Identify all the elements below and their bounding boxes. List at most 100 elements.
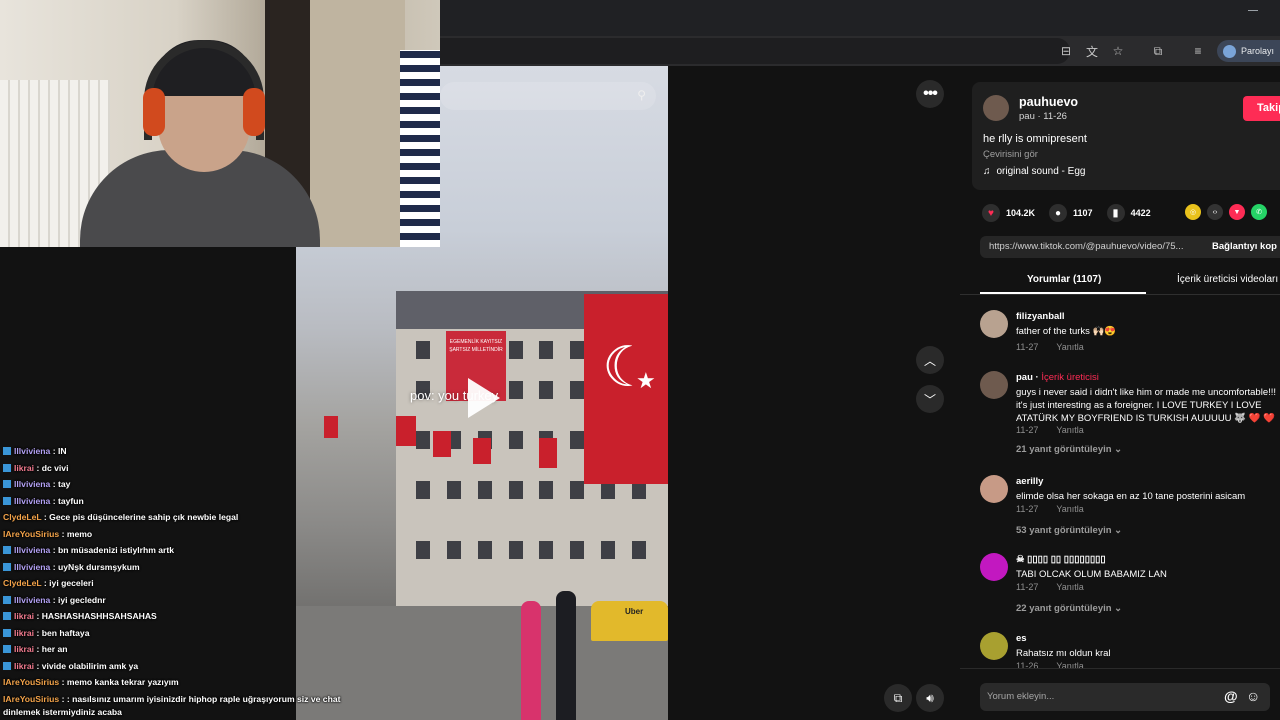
comment: pau · İçerik üreticisi guys i never said… (980, 371, 1280, 461)
chat-message: lllviviena : IN (0, 443, 380, 460)
comment-meta: 11-27 Yanıtla (1016, 504, 1084, 514)
reading-list-icon[interactable]: ≡ (1187, 40, 1209, 62)
chat-text: : vivide olabilirim amk ya (36, 660, 139, 671)
headphone-earcup (143, 88, 165, 136)
chat-message: Iikrai : HASHASHASHHSAHSAHAS (0, 608, 380, 625)
author-avatar[interactable] (983, 95, 1009, 121)
comment-composer: Yorum ekleyin... @ ☺ (960, 668, 1280, 720)
comment-user[interactable]: ☠ ▯▯▯▯ ▯▯ ▯▯▯▯▯▯▯▯ (1016, 554, 1106, 565)
view-replies-button[interactable]: 22 yanıt görüntüleyin ⌄ (1016, 603, 1122, 614)
comment: ☠ ▯▯▯▯ ▯▯ ▯▯▯▯▯▯▯▯ TABI OLCAK OLUM BABAM… (980, 553, 1280, 625)
more-options-icon[interactable]: ••• (916, 80, 944, 108)
chat-message: IAreYouSirius : memo (0, 526, 380, 543)
comment-date: 11-27 (1016, 504, 1039, 514)
comment-text: father of the turks 🙌🏻😍 (1016, 326, 1117, 337)
send-icon[interactable]: ▼ (1229, 204, 1245, 220)
search-icon[interactable]: ⚲ (637, 88, 646, 102)
see-translation-link[interactable]: Çevirisini gör (983, 149, 1038, 160)
volume-button[interactable]: 🔊︎ (916, 684, 944, 712)
comment-avatar[interactable] (980, 553, 1008, 581)
chat-message: Iikrai : her an (0, 641, 380, 658)
chat-message: lllviviena : uyNşk dursmşykum (0, 559, 380, 576)
view-replies-button[interactable]: 21 yanıt görüntüleyin ⌄ (1016, 444, 1122, 455)
coin-icon[interactable]: ◎ (1185, 204, 1201, 220)
tab-comments[interactable]: Yorumlar (1107) (1027, 274, 1101, 285)
save-button[interactable]: ▮ 4422 (1106, 204, 1151, 222)
turkish-flag: ☾ ★ (584, 294, 668, 484)
chat-badge-icon (3, 480, 11, 488)
profile-label: Parolayı (1240, 46, 1274, 56)
browser-toolbar: ⊟ 文 ☆ ⧉ ≡ Parolayı (440, 36, 1280, 66)
comment-meta: 11-27 Yanıtla (1016, 342, 1084, 352)
comment-user[interactable]: es (1016, 633, 1027, 644)
view-replies-button[interactable]: 53 yanıt görüntüleyin ⌄ (1016, 525, 1122, 536)
small-flag (539, 438, 557, 468)
chat-badge-icon (3, 447, 11, 455)
details-panel: pauhuevo pau · 11-26 Takip he rlly is om… (960, 66, 1280, 720)
search-bar[interactable]: ⚲ (440, 82, 656, 110)
reply-button[interactable]: Yanıtla (1056, 342, 1083, 352)
next-video-button[interactable]: ﹀ (916, 385, 944, 413)
chat-text: : tayfun (52, 495, 84, 506)
chat-message: IAreYouSirius : memo kanka tekrar yazıyı… (0, 674, 380, 691)
comment-user[interactable]: pau · İçerik üreticisi (1016, 372, 1099, 383)
chat-badge-icon (3, 595, 11, 604)
small-flag (433, 431, 451, 457)
tabs-divider (960, 294, 1280, 295)
comment-placeholder: Yorum ekleyin... (987, 691, 1055, 702)
follow-button[interactable]: Takip (1243, 96, 1280, 121)
chat-text: : iyi geclednr (52, 594, 106, 605)
comment-user[interactable]: filizyanball (1016, 311, 1065, 322)
reply-button[interactable]: Yanıtla (1056, 582, 1083, 592)
emoji-icon[interactable]: ☺ (1246, 688, 1260, 704)
profile-button[interactable]: Parolayı (1216, 40, 1280, 62)
video-person (556, 591, 576, 720)
chat-user: lllviviena (14, 479, 51, 489)
video-taxi: Uber (591, 601, 668, 641)
address-bar[interactable] (440, 38, 1070, 64)
bookmark-icon: ▮ (1106, 204, 1125, 222)
play-icon[interactable] (468, 378, 500, 418)
install-app-icon[interactable]: ⊟ (1055, 40, 1077, 62)
comment: filizyanball father of the turks 🙌🏻😍 11-… (980, 310, 1280, 364)
chat-user: Iikrai (14, 627, 35, 638)
comment-user-name: pau (1016, 372, 1033, 383)
whatsapp-icon[interactable]: ✆ (1251, 204, 1267, 220)
video-url[interactable]: https://www.tiktok.com/@pauhuevo/video/7… (989, 241, 1183, 252)
comment-input[interactable]: Yorum ekleyin... @ ☺ (980, 683, 1270, 711)
chat-user: IAreYouSirius (3, 693, 60, 704)
embed-icon[interactable]: ‹› (1207, 204, 1223, 220)
comment-user[interactable]: aerilly (1016, 476, 1043, 487)
pip-button[interactable]: ⧉ (884, 684, 912, 712)
mention-icon[interactable]: @ (1224, 688, 1238, 704)
comment-button[interactable]: ● 1107 (1049, 204, 1093, 222)
comment-avatar[interactable] (980, 371, 1008, 399)
reply-button[interactable]: Yanıtla (1056, 504, 1083, 514)
chat-user: lllviviena (14, 594, 51, 605)
extensions-icon[interactable]: ⧉ (1147, 40, 1169, 62)
browser-tab-strip (440, 0, 1280, 36)
chat-text: : iyi geceleri (43, 578, 94, 588)
small-flag (324, 416, 338, 438)
comment-avatar[interactable] (980, 310, 1008, 338)
comment-date: 11-27 (1016, 342, 1039, 352)
like-button[interactable]: ♥ 104.2K (982, 204, 1035, 222)
comment-avatar[interactable] (980, 475, 1008, 503)
comment-avatar[interactable] (980, 632, 1008, 660)
reply-button[interactable]: Yanıtla (1056, 425, 1083, 435)
chat-message: Iikrai : dc vivi (0, 460, 380, 477)
stream-chat: lllviviena : IN Iikrai : dc vivi lllvivi… (0, 443, 380, 720)
sound-link[interactable]: ♫ original sound - Egg (983, 166, 1085, 177)
author-name[interactable]: pauhuevo (1019, 95, 1078, 109)
heart-icon: ♥ (982, 204, 1000, 222)
minimize-icon[interactable] (1248, 10, 1258, 11)
comment-date: 11-27 (1016, 582, 1039, 592)
chat-text: : HASHASHASHHSAHSAHAS (36, 611, 157, 621)
tab-creator-videos[interactable]: İçerik üreticisi videoları (1177, 274, 1278, 285)
previous-video-button[interactable]: ︿ (916, 346, 944, 374)
translate-icon[interactable]: 文 (1081, 40, 1103, 62)
video-person (521, 601, 541, 720)
bookmark-star-icon[interactable]: ☆ (1107, 40, 1129, 62)
chat-user: IAreYouSirius (3, 677, 60, 687)
copy-link-button[interactable]: Bağlantıyı kop (1212, 241, 1277, 252)
